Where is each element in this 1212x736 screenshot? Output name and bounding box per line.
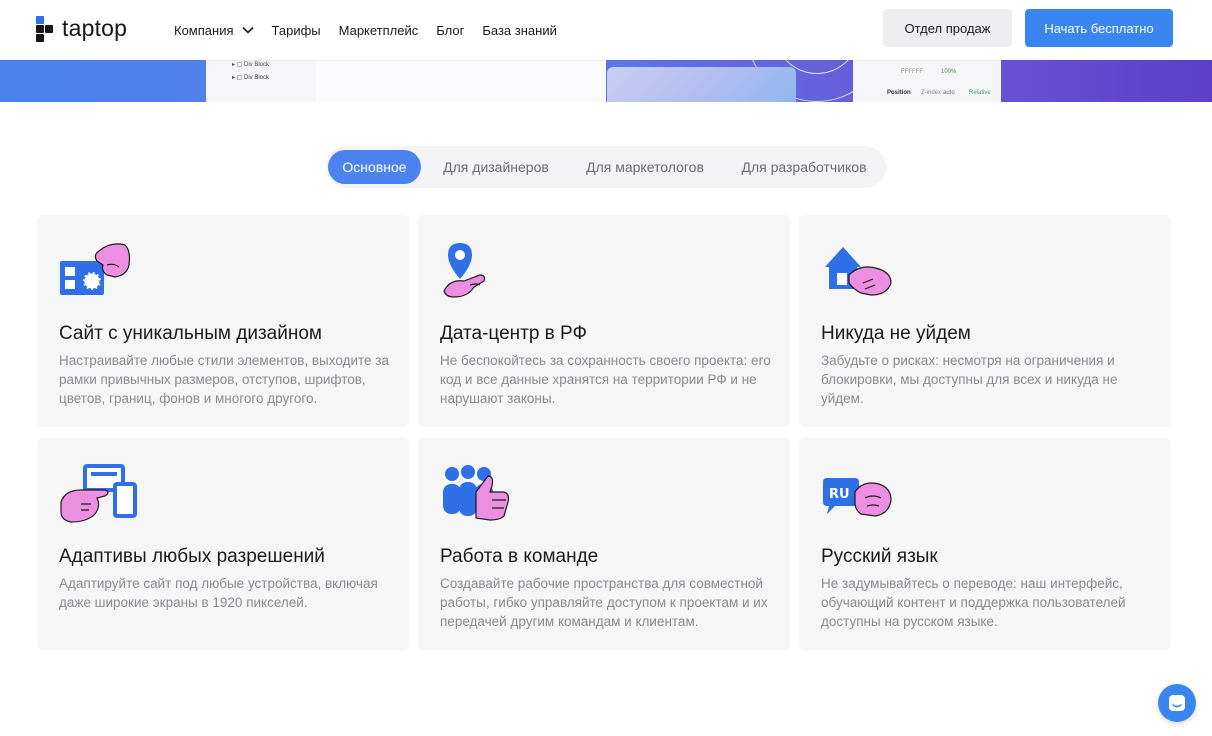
logo-text: taptop	[62, 15, 128, 41]
layer-row: ▸ ▢ Div Block	[232, 75, 270, 81]
feature-title: Работа в команде	[440, 546, 599, 567]
nav-item-pricing[interactable]: Тарифы	[272, 23, 321, 38]
sales-button[interactable]: Отдел продаж	[883, 9, 1012, 47]
nav-label: База знаний	[482, 22, 557, 38]
prop-label: Position	[887, 90, 911, 96]
feature-card: Дата-центр в РФ Не беспокойтесь за сохра…	[418, 215, 790, 427]
nav-label: Компания	[174, 22, 234, 38]
feature-title: Адаптивы любых разрешений	[59, 546, 325, 567]
start-free-button[interactable]: Начать бесплатно	[1025, 9, 1173, 47]
canvas-preview	[316, 60, 888, 102]
layer-row: ▸ ▢ Div Block	[232, 62, 270, 68]
feature-card: Никуда не уйдем Забудьте о рисках: несмо…	[799, 215, 1171, 427]
nav-label: Блог	[436, 22, 465, 38]
nav-label: Маркетплейс	[338, 22, 419, 38]
feature-card: Адаптивы любых разрешений Адаптируйте са…	[37, 438, 409, 650]
feature-title: Дата-центр в РФ	[440, 323, 587, 344]
prop-value: 100%	[941, 69, 957, 75]
devices-hand-icon	[60, 464, 137, 523]
site-header: taptop Компания Тарифы Маркетплейс Блог …	[0, 0, 1212, 60]
feature-description: Не задумывайтесь о переводе: наш интерфе…	[821, 576, 1126, 629]
location-hand-icon	[443, 243, 486, 298]
prop-value: auto	[943, 90, 955, 96]
tab-designers[interactable]: Для дизайнеров	[432, 150, 560, 184]
feature-description: Адаптируйте сайт под любые устройства, в…	[59, 576, 378, 610]
nav-item-knowledge-base[interactable]: База знаний	[482, 23, 557, 38]
feature-tabs: Основное Для дизайнеров Для маркетологов…	[326, 146, 886, 188]
prop-value: Z-index	[921, 90, 942, 96]
feature-description: Не беспокойтесь за сохранность своего пр…	[440, 353, 771, 406]
design-hand-icon	[60, 243, 131, 295]
tab-marketers[interactable]: Для маркетологов	[574, 150, 716, 184]
main-nav: Компания Тарифы Маркетплейс Блог База зн…	[174, 0, 557, 60]
feature-title: Никуда не уйдем	[821, 323, 971, 344]
layers-panel: ▸ ▢ Div Block ▸ ▢ Div Block	[206, 60, 317, 102]
prop-value: FFFFFF	[901, 69, 923, 75]
nav-label: Тарифы	[271, 22, 321, 38]
feature-card: RU Русский язык Не задумывайтесь о перев…	[799, 438, 1171, 650]
chat-widget-button[interactable]	[1158, 684, 1196, 722]
ru-badge-text: RU	[829, 487, 850, 502]
house-hand-icon	[825, 247, 892, 296]
taptop-logo-icon	[36, 15, 53, 42]
feature-description: Настраивайте любые стили элементов, выхо…	[59, 353, 389, 406]
feature-title: Сайт с уникальным дизайном	[59, 323, 322, 344]
tab-main[interactable]: Основное	[328, 150, 421, 184]
properties-panel: FFFFFF 100% Position Z-index auto Relati…	[853, 60, 1001, 102]
nav-item-marketplace[interactable]: Маркетплейс	[339, 23, 419, 38]
feature-description: Создавайте рабочие пространства для совм…	[440, 576, 768, 629]
prop-value: Relative	[969, 90, 991, 96]
feature-card: Работа в команде Создавайте рабочие прос…	[418, 438, 790, 650]
team-thumbs-up-icon	[443, 465, 510, 521]
nav-item-blog[interactable]: Блог	[436, 23, 464, 38]
feature-description: Забудьте о рисках: несмотря на ограничен…	[821, 353, 1118, 406]
feature-title: Русский язык	[821, 546, 938, 567]
feature-card: Сайт с уникальным дизайном Настраивайте …	[37, 215, 409, 427]
nav-item-company[interactable]: Компания	[174, 23, 254, 38]
chevron-down-icon	[241, 26, 254, 34]
preview-card	[607, 67, 796, 102]
ru-speech-hand-icon: RU	[823, 478, 892, 517]
chat-icon	[1169, 695, 1185, 711]
logo[interactable]: taptop	[36, 15, 127, 42]
hero-preview: ▸ ▢ Div Block ▸ ▢ Div Block FFFFFF 100% …	[0, 60, 1212, 102]
tab-developers[interactable]: Для разработчиков	[730, 150, 878, 184]
